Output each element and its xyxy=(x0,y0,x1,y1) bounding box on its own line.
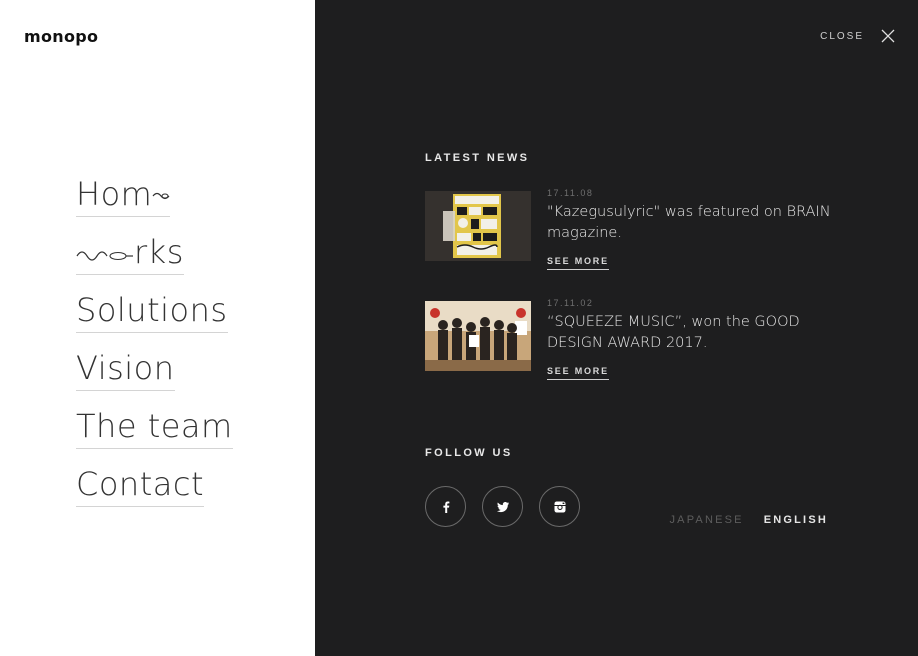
nav-link-works[interactable]: rks xyxy=(76,230,184,275)
latest-news-heading: LATEST NEWS xyxy=(425,152,530,164)
nav-item-home: Hom xyxy=(76,172,233,230)
news-thumbnail-award-photo[interactable] xyxy=(425,301,531,371)
instagram-button[interactable] xyxy=(539,486,580,527)
nav-link-vision[interactable]: Vision xyxy=(76,346,175,391)
twitter-icon xyxy=(496,501,509,512)
news-date: 17.11.08 xyxy=(547,188,594,198)
wave-wo-glyph xyxy=(76,251,133,261)
nav-item-vision: Vision xyxy=(76,346,233,404)
close-icon xyxy=(881,29,895,43)
nav-item-contact: Contact xyxy=(76,462,233,520)
logo[interactable]: monopo xyxy=(24,27,98,46)
menu-right-panel: CLOSE LATEST NEWS 17.11.08 "Kazegusulyri… xyxy=(315,0,918,656)
close-button[interactable]: CLOSE xyxy=(820,28,896,44)
nav-link-the-team[interactable]: The team xyxy=(76,404,233,449)
nav-item-works: rks xyxy=(76,230,233,288)
nav-label-home: Hom xyxy=(76,175,153,213)
news-item: 17.11.08 "Kazegusulyric" was featured on… xyxy=(425,188,845,270)
menu-left-panel: monopo Hom rks Solutions Vision The team… xyxy=(0,0,315,656)
main-nav: Hom rks Solutions Vision The team Contac… xyxy=(76,172,233,520)
nav-label-works: rks xyxy=(134,233,184,271)
see-more-link[interactable]: SEE MORE xyxy=(547,366,609,380)
news-item: 17.11.02 “SQUEEZE MUSIC”, won the GOOD D… xyxy=(425,298,845,380)
instagram-icon xyxy=(554,501,565,512)
language-option-japanese[interactable]: JAPANESE xyxy=(669,514,743,526)
news-thumbnail-magazine[interactable] xyxy=(425,191,531,261)
facebook-icon xyxy=(442,501,449,513)
facebook-button[interactable] xyxy=(425,486,466,527)
wave-e-glyph xyxy=(152,192,170,200)
follow-us-heading: FOLLOW US xyxy=(425,447,513,459)
nav-link-solutions[interactable]: Solutions xyxy=(76,288,228,333)
social-links xyxy=(425,486,580,527)
award-photo-image xyxy=(425,301,531,371)
nav-item-solutions: Solutions xyxy=(76,288,233,346)
close-label: CLOSE xyxy=(820,30,864,42)
news-headline: "Kazegusulyric" was featured on BRAIN ma… xyxy=(547,204,831,241)
nav-link-home[interactable]: Hom xyxy=(76,172,171,217)
see-more-link[interactable]: SEE MORE xyxy=(547,256,609,270)
nav-item-the-team: The team xyxy=(76,404,233,462)
news-headline: “SQUEEZE MUSIC”, won the GOOD DESIGN AWA… xyxy=(547,314,800,351)
twitter-button[interactable] xyxy=(482,486,523,527)
nav-link-contact[interactable]: Contact xyxy=(76,462,204,507)
language-switcher: JAPANESE ENGLISH xyxy=(669,514,828,526)
news-date: 17.11.02 xyxy=(547,298,594,308)
magazine-image xyxy=(425,191,531,261)
language-option-english[interactable]: ENGLISH xyxy=(764,514,828,526)
